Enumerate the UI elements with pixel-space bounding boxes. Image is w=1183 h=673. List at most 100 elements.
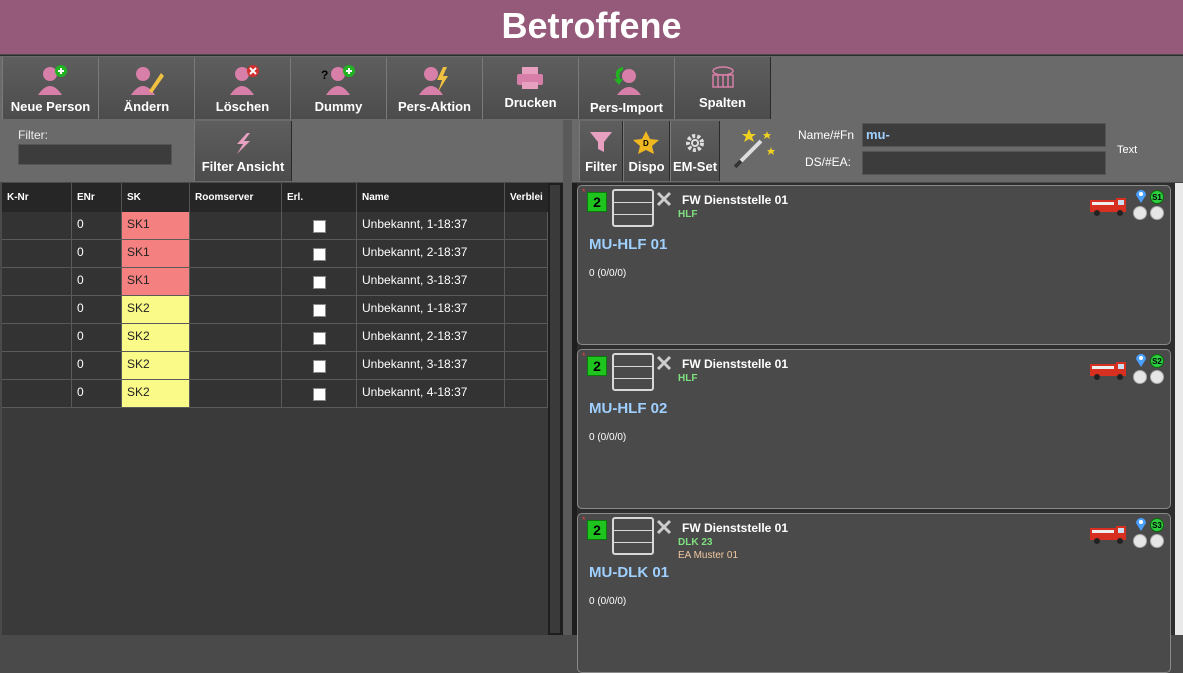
person-import-label: Pers-Import [590, 100, 663, 115]
cell-sk: SK2 [122, 296, 190, 324]
svg-text:?: ? [321, 68, 328, 82]
unit-card[interactable]: * 2 FW Dienststelle 01 DLK 23 EA Muster 01 MU… [577, 513, 1171, 673]
cell-verbleib [505, 240, 548, 268]
slots-icon [612, 353, 654, 391]
unit-name[interactable]: MU-DLK 01 [589, 564, 669, 581]
fire-truck-icon [1088, 522, 1128, 549]
station-name: FW Dienststelle 01 [682, 521, 789, 535]
ds-ea-label: DS/#EA: [805, 155, 852, 169]
cell-name: Unbekannt, 1-18:37 [357, 212, 505, 240]
cell-roomserver [190, 380, 282, 408]
dispo-label: Dispo [628, 159, 665, 174]
cell-erl [282, 240, 357, 268]
cell-enr: 0 [72, 268, 122, 296]
print-icon [483, 65, 578, 95]
edit-button[interactable]: Ändern [98, 57, 195, 119]
cell-roomserver [190, 212, 282, 240]
dummy-label: Dummy [314, 99, 363, 114]
unit-name[interactable]: MU-HLF 01 [589, 236, 667, 253]
edit-label: Ändern [123, 99, 170, 114]
erl-checkbox[interactable] [313, 332, 326, 345]
text-toggle[interactable]: Text [1117, 144, 1137, 156]
cell-roomserver [190, 240, 282, 268]
cell-verbleib [505, 352, 548, 380]
new-person-button[interactable]: Neue Person [2, 57, 99, 119]
cell-name: Unbekannt, 3-18:37 [357, 268, 505, 296]
table-row[interactable]: 0 SK2 Unbekannt, 1-18:37 [2, 296, 548, 324]
dispo-button[interactable]: D Dispo [623, 121, 670, 181]
column-header-sk[interactable]: SK [122, 183, 190, 212]
cell-enr: 0 [72, 352, 122, 380]
magic-wand-icon[interactable] [727, 125, 777, 173]
status-circle-right[interactable] [1150, 534, 1164, 548]
cell-knr [2, 296, 72, 324]
name-fn-label: Name/#Fn [798, 128, 855, 142]
unit-name[interactable]: MU-HLF 02 [589, 400, 667, 417]
cell-name: Unbekannt, 2-18:37 [357, 324, 505, 352]
expand-icon[interactable] [656, 191, 672, 212]
fire-truck-icon [1088, 194, 1128, 221]
unit-scrollbar-right[interactable] [1175, 183, 1183, 635]
cell-name: Unbekannt, 4-18:37 [357, 380, 505, 408]
em-set-button[interactable]: EM-Set [670, 121, 720, 181]
persons-table: K-Nr ENr SK Roomserver Erl. Name Verblei… [2, 183, 548, 635]
unit-status: 0 (0/0/0) [589, 432, 627, 443]
unit-status: 0 (0/0/0) [589, 268, 627, 279]
unit-card[interactable]: * 2 FW Dienststelle 01 HLF MU-HLF 01 0 (0/0/0… [577, 185, 1171, 345]
table-row[interactable]: 0 SK2 Unbekannt, 4-18:37 [2, 380, 548, 408]
expand-icon[interactable] [656, 355, 672, 376]
table-row[interactable]: 0 SK1 Unbekannt, 2-18:37 [2, 240, 548, 268]
erl-checkbox[interactable] [313, 276, 326, 289]
panel-splitter[interactable] [563, 120, 572, 635]
cell-name: Unbekannt, 1-18:37 [357, 296, 505, 324]
erl-checkbox[interactable] [313, 388, 326, 401]
cell-knr [2, 268, 72, 296]
column-header-roomserver[interactable]: Roomserver [190, 183, 282, 212]
cell-knr [2, 352, 72, 380]
cell-enr: 0 [72, 380, 122, 408]
column-header-verbleib[interactable]: Verblei [505, 183, 548, 212]
delete-button[interactable]: Löschen [194, 57, 291, 119]
ds-ea-input[interactable] [862, 151, 1106, 175]
print-button[interactable]: Drucken [482, 57, 579, 119]
status-circle-left[interactable] [1133, 534, 1147, 548]
column-header-name[interactable]: Name [357, 183, 505, 212]
erl-checkbox[interactable] [313, 304, 326, 317]
status-circle-right[interactable] [1150, 206, 1164, 220]
person-action-button[interactable]: Pers-Aktion [386, 57, 483, 119]
person-import-button[interactable]: Pers-Import [578, 57, 675, 119]
name-fn-input[interactable]: mu- [862, 123, 1106, 147]
status-circle-left[interactable] [1133, 206, 1147, 220]
person-action-icon [387, 65, 482, 95]
unit-filter-button[interactable]: Filter [579, 121, 623, 181]
column-header-knr[interactable]: K-Nr [2, 183, 72, 212]
column-header-enr[interactable]: ENr [72, 183, 122, 212]
dummy-button[interactable]: ? Dummy [290, 57, 387, 119]
status-badge[interactable]: S2 [1150, 354, 1164, 368]
filter-input[interactable] [18, 144, 172, 165]
table-row[interactable]: 0 SK1 Unbekannt, 3-18:37 [2, 268, 548, 296]
expand-icon[interactable] [656, 519, 672, 540]
station-name: FW Dienststelle 01 [682, 357, 789, 371]
cell-erl [282, 324, 357, 352]
status-circle-right[interactable] [1150, 370, 1164, 384]
status-badge[interactable]: S1 [1150, 190, 1164, 204]
cell-name: Unbekannt, 2-18:37 [357, 240, 505, 268]
table-row[interactable]: 0 SK1 Unbekannt, 1-18:37 [2, 212, 548, 240]
person-action-label: Pers-Aktion [398, 99, 471, 114]
vehicle-type: HLF [678, 373, 698, 384]
column-header-erl[interactable]: Erl. [282, 183, 357, 212]
status-badge[interactable]: S3 [1150, 518, 1164, 532]
status-circle-left[interactable] [1133, 370, 1147, 384]
filter-view-button[interactable]: Filter Ansicht [194, 121, 292, 181]
table-scrollbar[interactable] [548, 183, 563, 635]
erl-checkbox[interactable] [313, 220, 326, 233]
table-row[interactable]: 0 SK2 Unbekannt, 3-18:37 [2, 352, 548, 380]
columns-button[interactable]: Spalten [674, 57, 771, 119]
unit-card[interactable]: * 2 FW Dienststelle 01 HLF MU-HLF 02 0 (0/0/0… [577, 349, 1171, 509]
erl-checkbox[interactable] [313, 248, 326, 261]
cell-roomserver [190, 268, 282, 296]
table-row[interactable]: 0 SK2 Unbekannt, 2-18:37 [2, 324, 548, 352]
erl-checkbox[interactable] [313, 360, 326, 373]
scrollbar-thumb[interactable] [550, 185, 560, 633]
